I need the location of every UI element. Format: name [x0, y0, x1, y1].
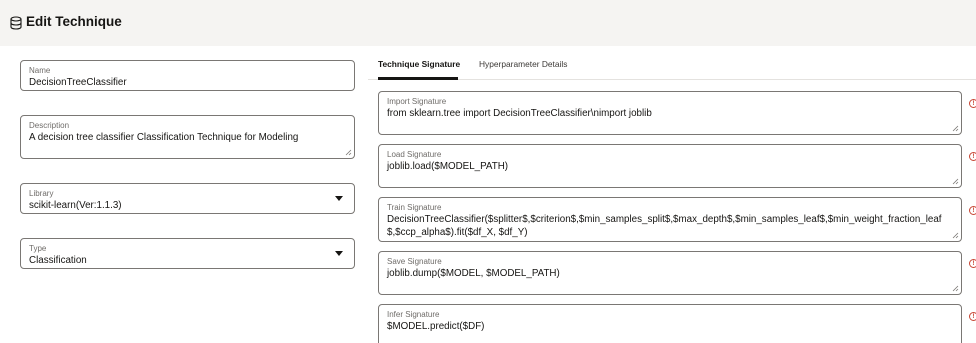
warning-icon: ! [969, 206, 976, 215]
save-signature-label: Save Signature [387, 257, 442, 266]
chevron-down-icon[interactable] [335, 251, 343, 256]
load-signature-value: joblib.load($MODEL_PATH) [387, 161, 509, 172]
save-signature-value: joblib.dump($MODEL, $MODEL_PATH) [387, 268, 560, 279]
tab-bar: Technique Signature Hyperparameter Detai… [368, 46, 976, 80]
library-select[interactable]: Library scikit-learn(Ver:1.1.3) [20, 183, 355, 214]
tab-hyperparameter-details[interactable]: Hyperparameter Details [479, 59, 567, 69]
import-signature-label: Import Signature [387, 97, 447, 106]
resize-grip-icon[interactable] [952, 232, 959, 239]
library-value: scikit-learn(Ver:1.1.3) [29, 200, 122, 211]
resize-grip-icon[interactable] [952, 285, 959, 292]
train-signature-field[interactable]: Train Signature DecisionTreeClassifier($… [378, 197, 962, 242]
type-select[interactable]: Type Classification [20, 238, 355, 269]
infer-signature-value: $MODEL.predict($DF) [387, 321, 485, 332]
resize-grip-icon[interactable] [952, 178, 959, 185]
type-label: Type [29, 244, 47, 253]
train-signature-label: Train Signature [387, 203, 442, 212]
import-signature-value: from sklearn.tree import DecisionTreeCla… [387, 108, 652, 119]
warning-icon: ! [969, 259, 976, 268]
infer-signature-field[interactable]: Infer Signature $MODEL.predict($DF) [378, 304, 962, 343]
type-value: Classification [29, 255, 87, 266]
save-signature-field[interactable]: Save Signature joblib.dump($MODEL, $MODE… [378, 251, 962, 295]
name-field[interactable]: Name DecisionTreeClassifier [20, 60, 355, 91]
warning-icon: ! [969, 99, 976, 108]
library-label: Library [29, 189, 54, 198]
infer-signature-label: Infer Signature [387, 310, 440, 319]
train-signature-value: DecisionTreeClassifier($splitter$,$crite… [387, 214, 942, 238]
load-signature-label: Load Signature [387, 150, 442, 159]
active-tab-indicator [378, 77, 458, 80]
import-signature-field[interactable]: Import Signature from sklearn.tree impor… [378, 91, 962, 135]
page-header: Edit Technique [0, 0, 976, 46]
resize-grip-icon[interactable] [345, 149, 352, 156]
description-field[interactable]: Description A decision tree classifier C… [20, 115, 355, 159]
warning-icon: ! [969, 312, 976, 321]
resize-grip-icon[interactable] [952, 125, 959, 132]
description-label: Description [29, 121, 70, 130]
chevron-down-icon[interactable] [335, 196, 343, 201]
tab-technique-signature[interactable]: Technique Signature [378, 59, 460, 69]
page-title: Edit Technique [26, 14, 122, 29]
warning-icon: ! [969, 152, 976, 161]
load-signature-field[interactable]: Load Signature joblib.load($MODEL_PATH) [378, 144, 962, 188]
description-value: A decision tree classifier Classificatio… [29, 132, 299, 143]
database-icon [10, 16, 22, 30]
name-label: Name [29, 66, 51, 75]
name-value: DecisionTreeClassifier [29, 77, 127, 88]
